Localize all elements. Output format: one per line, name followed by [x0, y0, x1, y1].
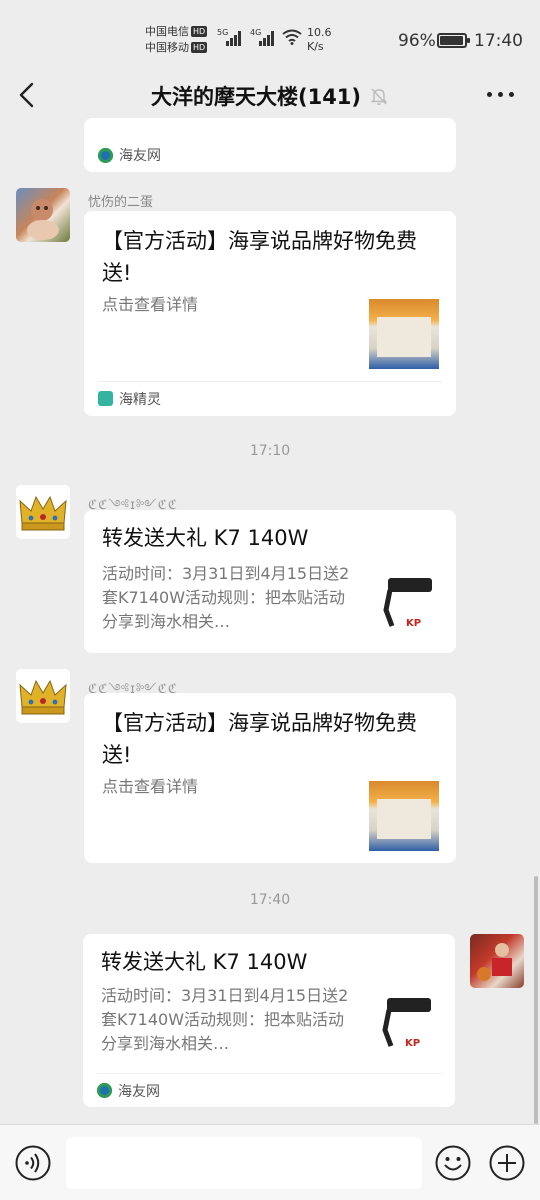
card-source: 海友网: [98, 138, 442, 172]
wifi-icon: [282, 29, 302, 45]
source-name: 海友网: [119, 148, 161, 164]
card-title: 转发送大礼 K7 140W: [101, 950, 308, 974]
haijingling-source-icon: [98, 391, 113, 406]
speed-unit: K/s: [307, 40, 324, 53]
haiyou-source-icon: [98, 147, 113, 163]
card-thumbnail: KP: [373, 990, 443, 1060]
hd-badge: HD: [191, 26, 208, 37]
chat-title: 大洋的摩天大楼(141): [150, 85, 362, 109]
card-title: 【官方活动】海享说品牌好物免费送!: [102, 711, 417, 767]
hd-badge: HD: [191, 42, 208, 53]
avatar[interactable]: [16, 669, 70, 723]
battery-icon: [437, 33, 470, 48]
carrier-info: 中国电信 HD 中国移动 HD: [145, 24, 208, 56]
message-card-miniprogram[interactable]: 【官方活动】海享说品牌好物免费送! 点击查看详情: [84, 693, 456, 863]
chat-header: 大洋的摩天大楼(141): [0, 70, 540, 120]
source-name: 海精灵: [119, 391, 161, 408]
timestamp: 17:10: [249, 443, 291, 459]
card-thumbnail: [369, 781, 439, 851]
chat-title-wrap: 大洋的摩天大楼(141): [0, 81, 540, 111]
speed-value: 10.6: [307, 26, 332, 39]
message-card-link[interactable]: 转发送大礼 K7 140W 活动时间：3月31日到4月15日送2套K7140W活…: [84, 510, 456, 653]
signal-icon: [259, 30, 274, 46]
avatar-self[interactable]: [470, 934, 524, 988]
emoji-icon[interactable]: [434, 1144, 472, 1182]
message-card-shared[interactable]: 海友网: [84, 118, 456, 172]
message-card-miniprogram[interactable]: 【官方活动】海享说品牌好物免费送! 点击查看详情 海精灵: [84, 211, 456, 416]
status-bar: 中国电信 HD 中国移动 HD 5G 4G 10.6 K/s 96% 17:40: [0, 0, 540, 80]
muted-bell-icon: [370, 88, 388, 105]
carrier-2: 中国移动: [145, 41, 189, 54]
card-source: 海友网: [97, 1073, 441, 1107]
brand-logo: KP: [406, 618, 421, 629]
carrier-1: 中国电信: [145, 25, 189, 38]
status-time: 17:40: [474, 31, 523, 51]
card-description: 点击查看详情: [102, 295, 199, 314]
source-name: 海友网: [118, 1083, 160, 1100]
crown-icon: [19, 495, 67, 531]
network-speed: 10.6 K/s: [307, 26, 332, 54]
input-bar: [0, 1124, 540, 1200]
more-dots-icon[interactable]: [487, 92, 514, 97]
battery-percent: 96%: [398, 31, 436, 51]
brand-logo: KP: [405, 1038, 420, 1049]
haiyou-source-icon: [97, 1083, 112, 1098]
card-description: 活动时间：3月31日到4月15日送2套K7140W活动规则：把本贴活动分享到海水…: [101, 986, 349, 1053]
card-thumbnail: [369, 299, 439, 369]
card-title: 【官方活动】海享说品牌好物免费送!: [102, 229, 417, 285]
card-thumbnail: KP: [374, 570, 444, 640]
avatar[interactable]: [16, 188, 70, 242]
signal-icon: [226, 30, 241, 46]
add-icon[interactable]: [488, 1144, 526, 1182]
scrollbar[interactable]: [534, 876, 538, 1124]
message-input[interactable]: [66, 1137, 422, 1189]
avatar[interactable]: [16, 485, 70, 539]
card-title: 转发送大礼 K7 140W: [102, 526, 309, 550]
message-card-link-outgoing[interactable]: 转发送大礼 K7 140W 活动时间：3月31日到4月15日送2套K7140W活…: [83, 934, 455, 1107]
timestamp: 17:40: [249, 892, 291, 908]
card-description: 活动时间：3月31日到4月15日送2套K7140W活动规则：把本贴活动分享到海水…: [102, 564, 350, 631]
sender-name: 忧伤的二蛋: [88, 195, 154, 210]
card-description: 点击查看详情: [102, 777, 199, 796]
card-source: 海精灵: [98, 381, 442, 415]
crown-icon: [19, 679, 67, 715]
voice-icon[interactable]: [14, 1144, 52, 1182]
